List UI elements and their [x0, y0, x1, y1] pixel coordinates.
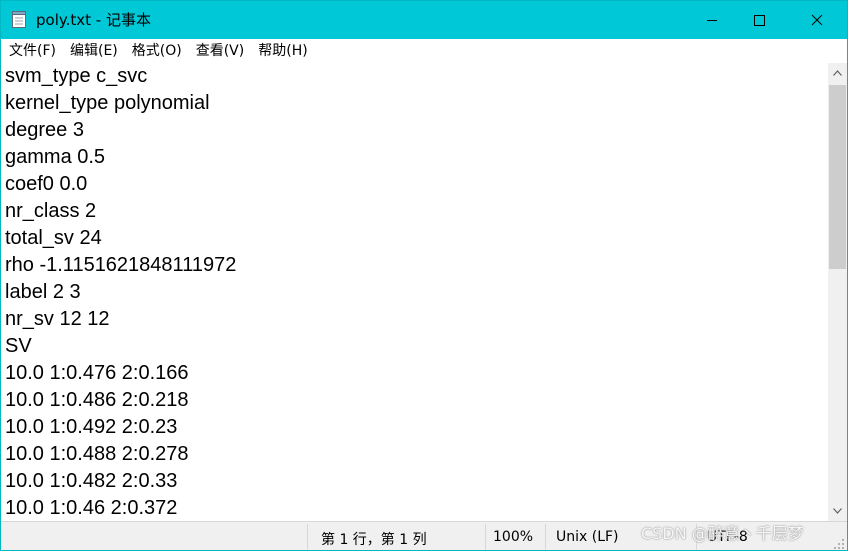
maximize-button[interactable] [736, 1, 782, 39]
editor-line: kernel_type polynomial [5, 92, 210, 114]
close-button[interactable] [794, 1, 840, 39]
editor-line: nr_sv 12 12 [5, 308, 110, 330]
editor-line: 10.0 1:0.488 2:0.278 [5, 443, 189, 465]
editor-line: 10.0 1:0.492 2:0.23 [5, 416, 178, 438]
minimize-button[interactable] [689, 1, 735, 39]
editor-line: SV [5, 335, 32, 357]
editor-line: total_sv 24 [5, 227, 102, 249]
editor-line: label 2 3 [5, 281, 81, 303]
title-bar[interactable]: poly.txt - 记事本 [1, 1, 847, 39]
scroll-up-button[interactable] [828, 63, 847, 83]
chevron-down-icon [833, 508, 842, 514]
scroll-down-button[interactable] [828, 501, 847, 521]
editor-line: gamma 0.5 [5, 146, 106, 168]
line-ending: Unix (LF) [556, 529, 619, 545]
menu-bar: 文件(F) 编辑(E) 格式(O) 查看(V) 帮助(H) [1, 39, 847, 63]
menu-edit[interactable]: 编辑(E) [63, 39, 125, 63]
editor-line: coef0 0.0 [5, 173, 88, 195]
minimize-icon [707, 20, 717, 21]
menu-file[interactable]: 文件(F) [1, 39, 63, 63]
editor-line: rho -1.1151621848111972 [5, 254, 237, 276]
editor-line: 10.0 1:0.482 2:0.33 [5, 470, 178, 492]
scroll-thumb[interactable] [829, 85, 846, 269]
vertical-scrollbar[interactable] [828, 63, 847, 521]
chevron-up-icon [833, 70, 842, 76]
menu-view[interactable]: 查看(V) [189, 39, 252, 63]
status-divider [545, 524, 546, 550]
watermark: CSDN @醉意丶千层梦 [641, 524, 804, 543]
resize-grip-icon[interactable] [833, 538, 845, 550]
editor-line: degree 3 [5, 119, 84, 141]
menu-format[interactable]: 格式(O) [125, 39, 189, 63]
zoom-level: 100% [493, 529, 534, 545]
cursor-position: 第 1 行，第 1 列 [321, 532, 427, 548]
editor-line: 10.0 1:0.476 2:0.166 [5, 362, 189, 384]
maximize-icon [754, 15, 765, 26]
status-divider [485, 524, 486, 550]
close-icon [811, 14, 823, 26]
editor-line: nr_class 2 [5, 200, 97, 222]
menu-help[interactable]: 帮助(H) [251, 39, 314, 63]
window-title: poly.txt - 记事本 [36, 11, 151, 29]
editor-line: 10.0 1:0.46 2:0.372 [5, 497, 178, 519]
notepad-window: poly.txt - 记事本 文件(F) 编辑(E) 格式(O) 查看(V) 帮… [0, 0, 848, 551]
status-divider [307, 524, 308, 550]
editor-line: svm_type c_svc [5, 65, 148, 87]
editor-line: 10.0 1:0.486 2:0.218 [5, 389, 189, 411]
notepad-icon [12, 11, 26, 28]
text-editor[interactable]: svm_type c_svc kernel_type polynomial de… [1, 63, 828, 521]
